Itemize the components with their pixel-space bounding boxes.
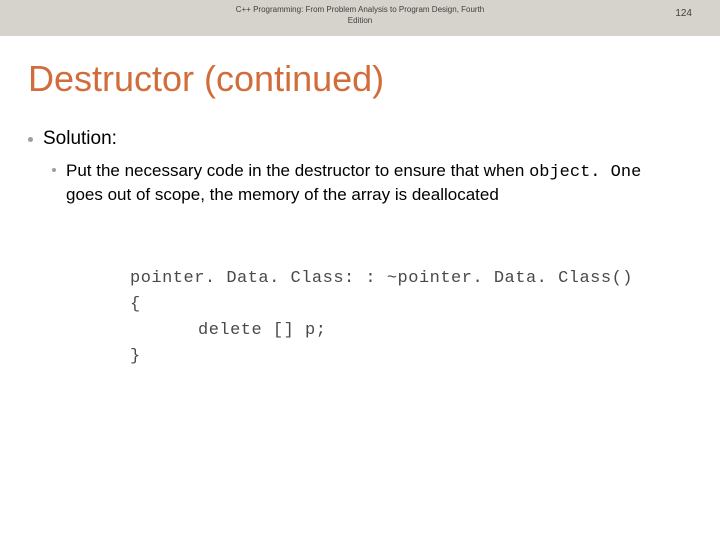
page-number: 124 bbox=[675, 8, 692, 19]
bullet-dot-icon bbox=[52, 168, 56, 172]
bullet-l2-code: object. One bbox=[529, 163, 641, 182]
code-line-4: } bbox=[130, 344, 720, 370]
bullet-level-1-text: Solution: bbox=[43, 128, 117, 150]
bullet-dot-icon bbox=[28, 137, 33, 142]
header-bar: C++ Programming: From Problem Analysis t… bbox=[0, 0, 720, 36]
bullet-level-2: Put the necessary code in the destructor… bbox=[52, 160, 676, 206]
bullet-l2-post: goes out of scope, the memory of the arr… bbox=[66, 185, 499, 204]
bullet-l2-pre: Put the necessary code in the destructor… bbox=[66, 161, 529, 180]
code-line-2: { bbox=[130, 292, 720, 318]
bullet-level-1: Solution: bbox=[28, 128, 720, 150]
code-line-1: pointer. Data. Class: : ~pointer. Data. … bbox=[130, 266, 720, 292]
code-line-3: delete [] p; bbox=[130, 318, 720, 344]
bullet-level-2-text: Put the necessary code in the destructor… bbox=[66, 160, 676, 206]
code-block: pointer. Data. Class: : ~pointer. Data. … bbox=[130, 266, 720, 370]
book-title: C++ Programming: From Problem Analysis t… bbox=[230, 4, 490, 26]
slide-title: Destructor (continued) bbox=[28, 58, 720, 100]
